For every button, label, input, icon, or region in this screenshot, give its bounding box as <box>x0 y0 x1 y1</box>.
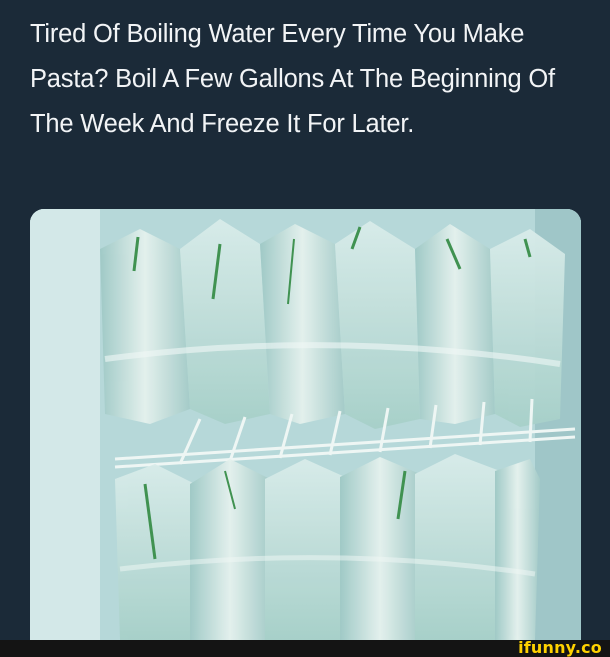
ifunny-watermark[interactable]: ifunny.co <box>518 638 602 657</box>
freezer-photo-illustration <box>30 209 581 640</box>
top-row-bags <box>100 219 565 429</box>
watermark-bar: ifunny.co <box>0 638 610 657</box>
bottom-row-bags <box>115 454 540 640</box>
post-image[interactable] <box>30 209 581 640</box>
post-caption: Tired Of Boiling Water Every Time You Ma… <box>30 20 555 138</box>
